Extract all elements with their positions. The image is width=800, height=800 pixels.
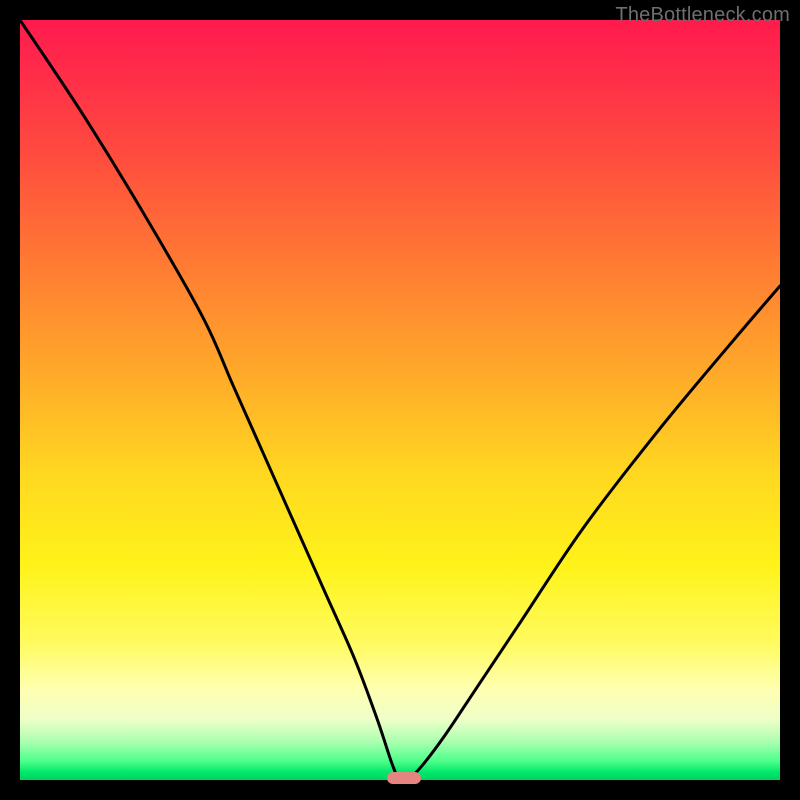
chart-stage: TheBottleneck.com (0, 0, 800, 800)
bottleneck-curve (20, 20, 780, 780)
watermark-text: TheBottleneck.com (615, 4, 790, 27)
plot-area (20, 20, 780, 780)
ideal-marker (387, 772, 421, 784)
